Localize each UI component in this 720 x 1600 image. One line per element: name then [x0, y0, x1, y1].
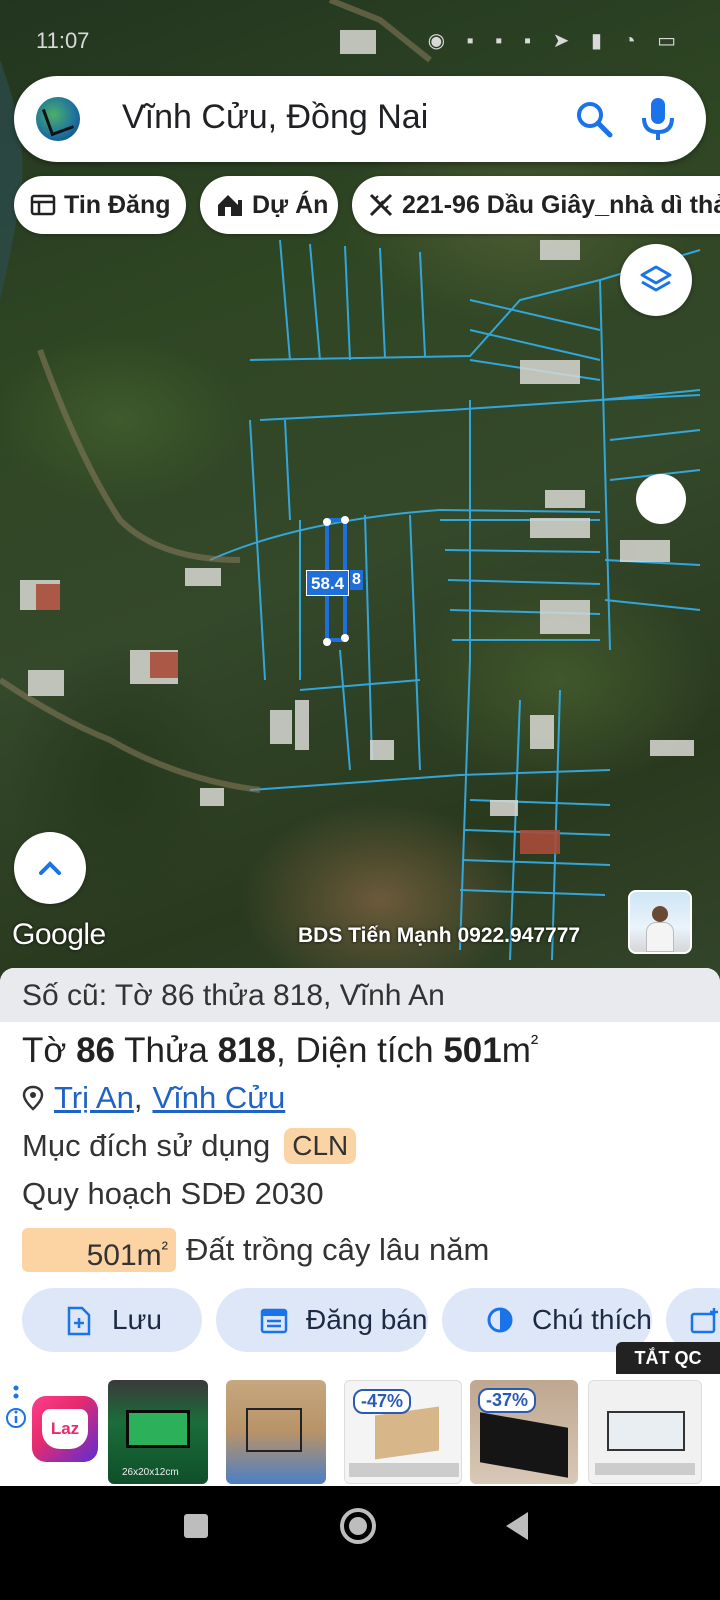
- ad-product-5[interactable]: [588, 1380, 702, 1484]
- expand-up-button[interactable]: [14, 832, 86, 904]
- brand-text: Laz: [42, 1409, 88, 1449]
- save-button[interactable]: Lưu: [22, 1288, 202, 1352]
- microphone-icon[interactable]: [638, 96, 678, 142]
- status-time: 11:07: [36, 28, 90, 53]
- chip-label: Dự Án: [252, 190, 329, 219]
- discount-badge: -37%: [478, 1388, 537, 1413]
- chip-measure[interactable]: 221-96 Dầu Giây_nhà dì thảo: [352, 176, 720, 234]
- lazada-logo[interactable]: Laz: [32, 1396, 98, 1462]
- location-link-tri-an[interactable]: Trị An: [54, 1080, 134, 1116]
- old-reference: Số cũ: Tờ 86 thửa 818, Vĩnh An: [0, 968, 720, 1022]
- area-unit: m: [501, 1031, 531, 1070]
- thua-value: 818: [217, 1031, 276, 1070]
- agent-watermark: BDS Tiến Mạnh 0922.947777: [298, 924, 581, 947]
- layers-icon: [640, 265, 672, 292]
- location-row: Trị An, Vĩnh Cửu: [22, 1080, 285, 1116]
- search-input[interactable]: Vĩnh Cửu, Đồng Nai: [122, 98, 428, 137]
- ad-product-1[interactable]: 26x20x12cm: [108, 1380, 208, 1484]
- parcel-side-label: 8: [350, 570, 363, 590]
- system-nav-bar: [0, 1486, 720, 1600]
- land-area-value: 501m: [86, 1239, 162, 1272]
- purpose-code-badge: CLN: [284, 1128, 357, 1164]
- chip-label: 221-96 Dầu Giây_nhà dì thảo: [402, 190, 720, 219]
- ad-product-4[interactable]: -37%: [470, 1380, 578, 1484]
- location-separator: ,: [133, 1080, 143, 1115]
- agent-avatar[interactable]: [628, 890, 692, 954]
- action-buttons: Lưu Đăng bán Chú thích: [22, 1288, 720, 1352]
- discount-badge: -47%: [353, 1389, 412, 1414]
- status-bar: 11:07 ◉ ▪ ▪ ▪ ➤ ▮ ◔ ▭: [0, 0, 720, 76]
- location-marker[interactable]: [636, 474, 686, 524]
- home-button[interactable]: [340, 1508, 376, 1544]
- to-label: Tờ: [22, 1031, 67, 1070]
- add-photo-icon: [690, 1308, 718, 1334]
- recent-apps-button[interactable]: [184, 1514, 208, 1538]
- location-pin-icon: [22, 1085, 44, 1111]
- post-for-sale-label: Đăng bán: [306, 1304, 428, 1335]
- save-label: Lưu: [112, 1304, 162, 1335]
- land-area-chip: 501m²: [22, 1228, 176, 1272]
- google-logo: Google: [12, 918, 106, 951]
- parcel-info-panel: Số cũ: Tờ 86 thửa 818, Vĩnh An Tờ 86 Thử…: [0, 968, 720, 1378]
- parcel-length-label: 58.4: [306, 570, 350, 596]
- search-icon[interactable]: [574, 99, 614, 139]
- to-value: 86: [76, 1031, 116, 1070]
- ad-product-2[interactable]: [226, 1380, 326, 1484]
- chip-label: Tin Đăng: [64, 190, 171, 219]
- location-link-vinh-cuu[interactable]: Vĩnh Cửu: [152, 1080, 285, 1116]
- land-area-row: 501m² Đất trồng cây lâu năm: [22, 1228, 489, 1272]
- plan-label: Quy hoạch SDĐ 2030: [22, 1176, 324, 1211]
- land-area-sup: ²: [161, 1239, 168, 1260]
- land-type: Đất trồng cây lâu năm: [186, 1232, 490, 1267]
- measure-tool-icon: [369, 193, 393, 217]
- purpose-row: Mục đích sử dụng CLN: [22, 1128, 357, 1164]
- filter-chips: Tin Đăng Dự Án 221-96 Dầu Giây_nhà dì th…: [14, 176, 720, 234]
- search-bar[interactable]: Vĩnh Cửu, Đồng Nai: [14, 76, 706, 162]
- thua-label: Thửa: [124, 1031, 208, 1070]
- listing-icon: [30, 194, 56, 216]
- back-button[interactable]: [506, 1512, 528, 1540]
- map-view[interactable]: 11:07 ◉ ▪ ▪ ▪ ➤ ▮ ◔ ▭ 58.4 8 Vĩnh Cửu, Đ…: [0, 0, 720, 990]
- ad-banner[interactable]: Laz 26x20x12cm -47% -37%: [0, 1374, 720, 1486]
- post-for-sale-button[interactable]: Đăng bán: [216, 1288, 428, 1352]
- area-value: 501: [443, 1031, 502, 1070]
- status-icons: ◉ ▪ ▪ ▪ ➤ ▮ ◔ ▭: [427, 30, 684, 52]
- chevron-up-icon: [39, 861, 61, 875]
- product-size-text: 26x20x12cm: [122, 1467, 179, 1478]
- area-label: , Diện tích: [276, 1031, 434, 1070]
- purpose-label: Mục đích sử dụng: [22, 1128, 271, 1163]
- calendar-post-icon: [260, 1308, 288, 1334]
- ad-info-icon[interactable]: [4, 1382, 28, 1432]
- close-ad-button[interactable]: TẮT QC: [616, 1342, 720, 1374]
- area-sup: ²: [530, 1030, 539, 1055]
- contrast-legend-icon: [487, 1307, 513, 1333]
- parcel-title: Tờ 86 Thửa 818, Diện tích 501m²: [22, 1030, 538, 1071]
- legend-label: Chú thích: [532, 1304, 652, 1335]
- layers-button[interactable]: [620, 244, 692, 316]
- app-logo-icon[interactable]: [36, 97, 80, 141]
- project-home-icon: [218, 195, 242, 216]
- chip-du-an[interactable]: Dự Án: [200, 176, 338, 234]
- save-file-icon: [67, 1306, 91, 1336]
- ad-product-3[interactable]: -47%: [344, 1380, 462, 1484]
- chip-tin-dang[interactable]: Tin Đăng: [14, 176, 186, 234]
